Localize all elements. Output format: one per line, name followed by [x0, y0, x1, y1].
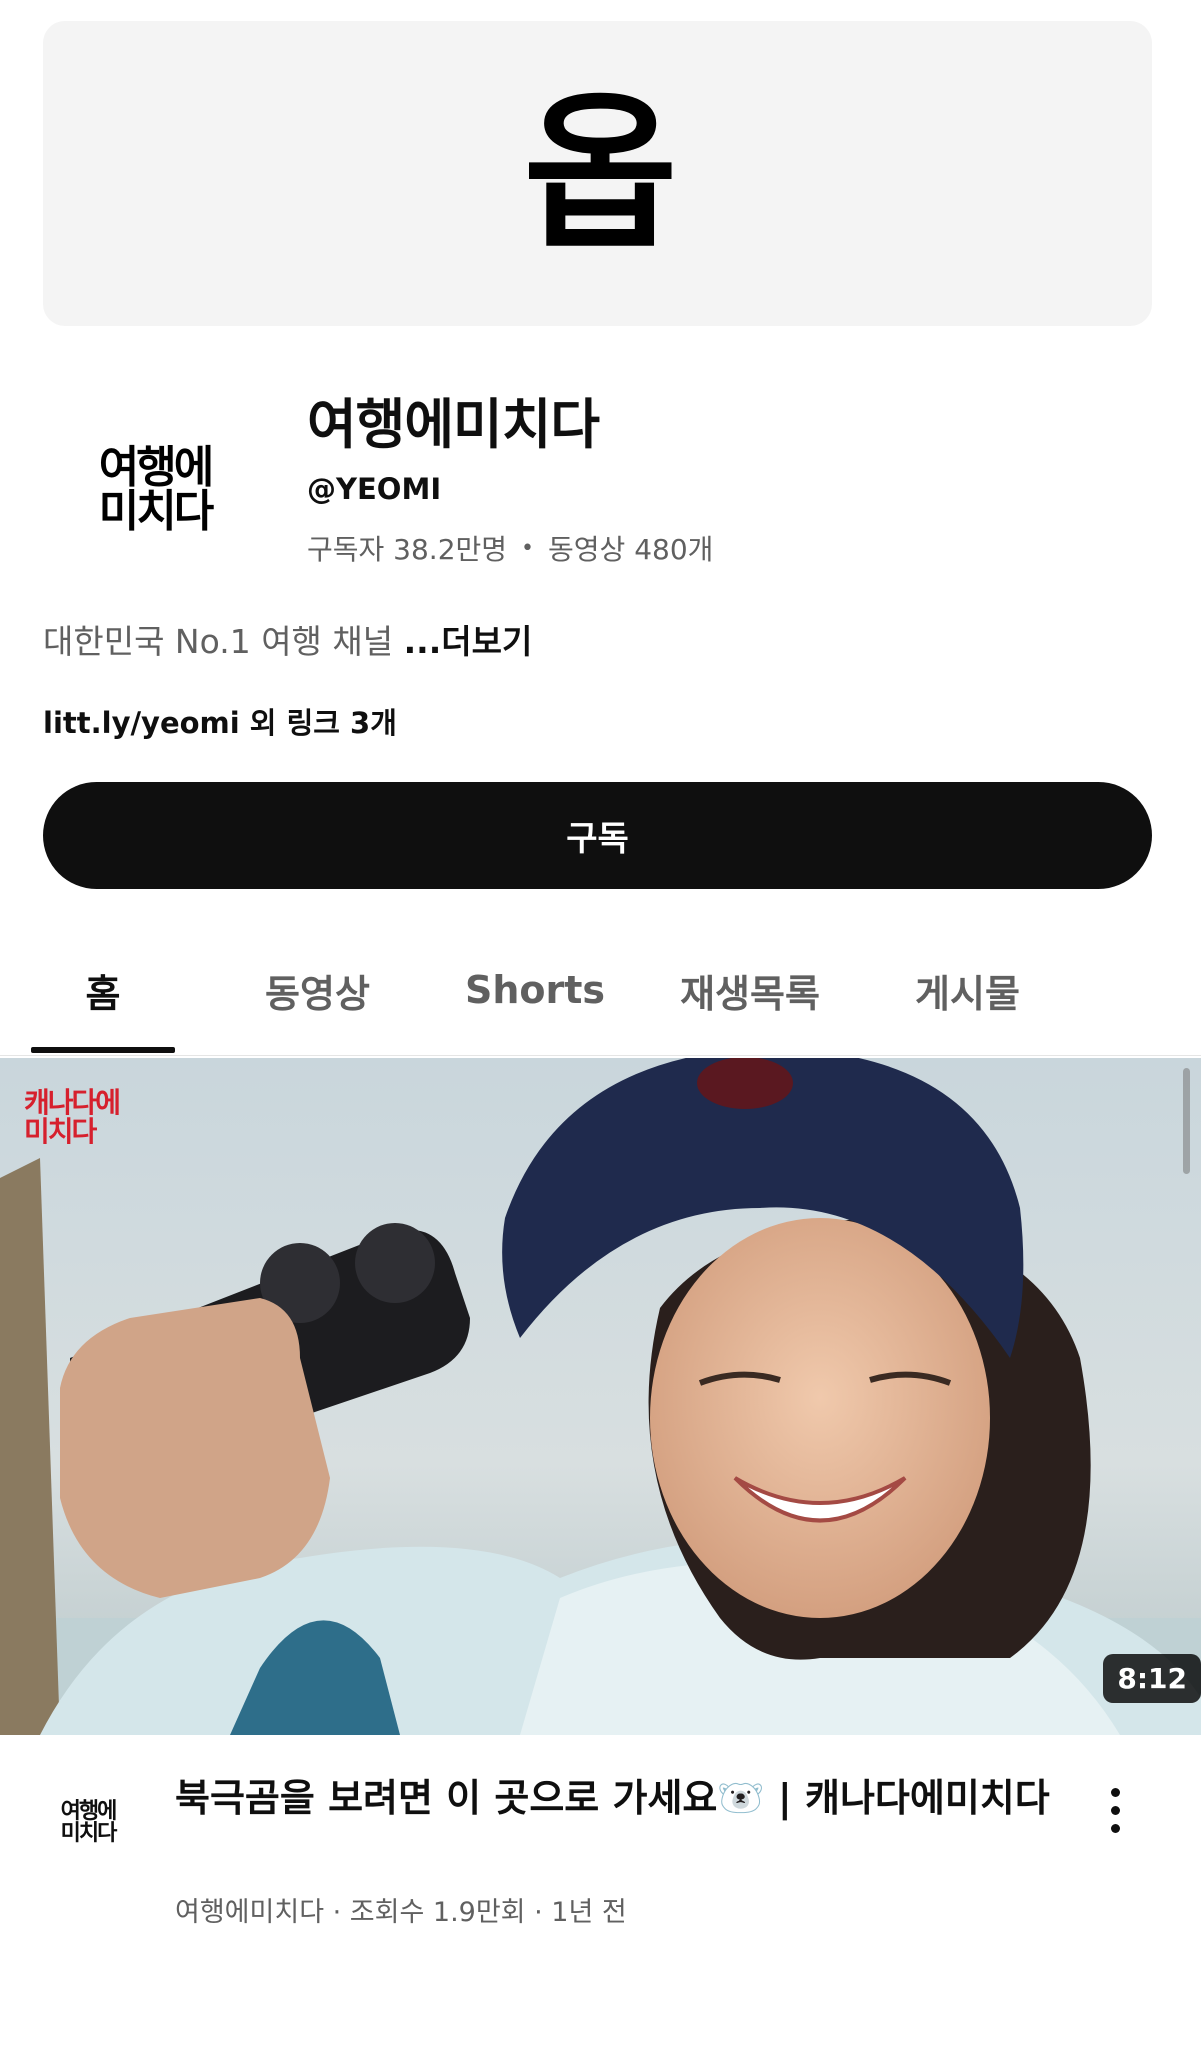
- channel-name: 여행에미치다: [307, 393, 600, 456]
- tab-posts[interactable]: 게시물: [890, 925, 1045, 1055]
- video-age: 1년 전: [551, 1897, 627, 1928]
- channel-stats: 구독자 38.2만명 • 동영상 480개: [307, 528, 713, 568]
- video-count: 동영상 480개: [548, 533, 714, 566]
- avatar-logo-line2: 미치다: [98, 486, 214, 537]
- video-views: 조회수 1.9만회: [349, 1897, 526, 1928]
- avatar-logo: 여행에 미치다: [98, 442, 214, 537]
- avatar-logo-line1: 여행에: [98, 442, 214, 493]
- video-avatar-line1: 여행에: [60, 1799, 118, 1824]
- channel-tabs: 홈 동영상 Shorts 재생목록 게시물: [0, 925, 1201, 1056]
- tab-playlists[interactable]: 재생목록: [665, 925, 835, 1055]
- video-meta: 여행에미치다 · 조회수 1.9만회 · 1년 전: [175, 1890, 627, 1929]
- channel-banner: 옵: [43, 21, 1152, 326]
- menu-dot: [1110, 1805, 1120, 1815]
- more-options-icon[interactable]: [1085, 1775, 1145, 1845]
- channel-avatar[interactable]: 여행에 미치다: [60, 395, 250, 585]
- stats-separator: •: [521, 535, 535, 561]
- active-tab-indicator: [31, 1047, 175, 1053]
- thumbnail-badge: 캐나다에 미치다: [24, 1086, 121, 1149]
- video-thumbnail[interactable]: 캐나다에 미치다 8:12: [0, 1058, 1201, 1735]
- thumbnail-badge-line2: 미치다: [24, 1115, 97, 1149]
- video-duration: 8:12: [1103, 1654, 1201, 1703]
- video-avatar-logo: 여행에 미치다: [60, 1799, 118, 1846]
- thumbnail-image: [0, 1058, 1201, 1735]
- meta-separator: ·: [525, 1897, 552, 1928]
- tab-home[interactable]: 홈: [31, 925, 175, 1055]
- more-link[interactable]: ...더보기: [404, 622, 533, 661]
- channel-handle: @YEOMI: [307, 472, 442, 506]
- menu-dot: [1110, 1787, 1120, 1797]
- video-channel-avatar[interactable]: 여행에 미치다: [40, 1775, 136, 1871]
- subscriber-count: 구독자 38.2만명: [307, 533, 508, 566]
- video-channel-name: 여행에미치다: [175, 1897, 325, 1928]
- menu-dot: [1110, 1823, 1120, 1833]
- subscribe-button[interactable]: 구독: [43, 782, 1152, 889]
- channel-links[interactable]: litt.ly/yeomi 외 링크 3개: [43, 700, 397, 742]
- scrollbar[interactable]: [1183, 1068, 1190, 1174]
- banner-logo: 옵: [523, 75, 678, 272]
- thumbnail-badge-line1: 캐나다에: [24, 1086, 121, 1119]
- video-avatar-line2: 미치다: [60, 1821, 118, 1846]
- tab-videos[interactable]: 동영상: [240, 925, 395, 1055]
- meta-separator: ·: [324, 1897, 350, 1928]
- description-text: 대한민국 No.1 여행 채널: [43, 622, 394, 661]
- tab-shorts[interactable]: Shorts: [455, 925, 615, 1055]
- channel-description[interactable]: 대한민국 No.1 여행 채널 ...더보기: [43, 615, 532, 663]
- video-title[interactable]: 북극곰을 보려면 이 곳으로 가세요🐻‍❄️ | 캐나다에미치다: [175, 1772, 1055, 1824]
